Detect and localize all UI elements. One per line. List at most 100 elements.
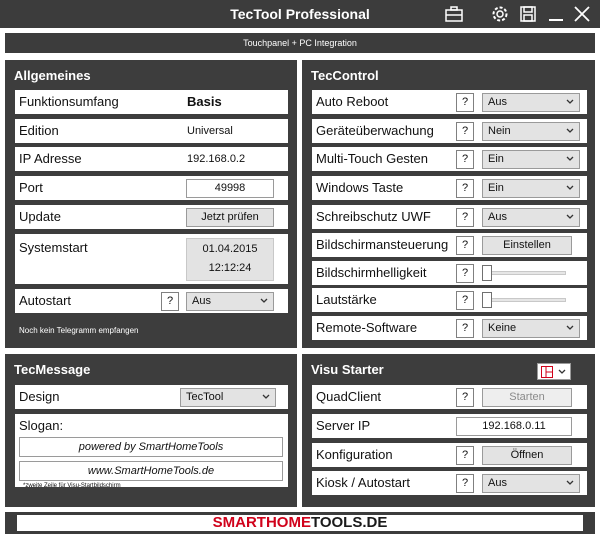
autostart-row: Autostart ? Aus <box>15 289 288 313</box>
subtitle-bar: Touchpanel + PC Integration <box>5 33 595 53</box>
helligkeit-row: Bildschirmhelligkeit ? <box>312 261 587 285</box>
multitouch-help-button[interactable]: ? <box>456 150 474 169</box>
slogan-note: *zweite Zeile für Visu-Startbildschirm <box>23 483 121 489</box>
autostart-select[interactable]: Aus <box>186 292 274 311</box>
toolbox-icon[interactable] <box>444 4 464 24</box>
kiosk-select[interactable]: Aus <box>482 474 580 493</box>
kiosk-label: Kiosk / Autostart <box>316 475 410 490</box>
remote-software-value: Keine <box>488 322 517 334</box>
schreibschutz-label: Schreibschutz UWF <box>316 209 431 224</box>
tecmessage-panel: TecMessage Design TecTool Slogan: powere… <box>5 354 297 507</box>
serverip-label: Server IP <box>316 418 371 433</box>
helligkeit-label: Bildschirmhelligkeit <box>316 265 427 280</box>
serverip-input[interactable]: 192.168.0.11 <box>456 417 572 436</box>
close-icon[interactable] <box>572 4 592 24</box>
slogan-line2-input[interactable]: www.SmartHomeTools.de <box>19 461 283 481</box>
chevron-down-icon <box>558 369 566 374</box>
starten-button[interactable]: Starten <box>482 388 572 407</box>
edition-label: Edition <box>19 123 59 138</box>
kiosk-help-button[interactable]: ? <box>456 474 474 493</box>
kiosk-value: Aus <box>488 477 507 489</box>
schreibschutz-help-button[interactable]: ? <box>456 208 474 227</box>
multitouch-label: Multi-Touch Gesten <box>316 151 428 166</box>
geraeteueberwachung-label: Geräteüberwachung <box>316 123 434 138</box>
helligkeit-slider[interactable] <box>484 271 566 275</box>
systemstart-date: 01.04.2015 <box>202 243 258 255</box>
geraeteueberwachung-select[interactable]: Nein <box>482 122 580 141</box>
jetzt-pruefen-button[interactable]: Jetzt prüfen <box>186 208 274 227</box>
design-value: TecTool <box>186 391 224 403</box>
autostart-select-value: Aus <box>192 295 211 307</box>
window-title: TecTool Professional <box>230 6 370 22</box>
kiosk-row: Kiosk / Autostart ? Aus <box>312 471 587 495</box>
helligkeit-help-button[interactable]: ? <box>456 264 474 283</box>
logo-part-smarthome: SMARTHOME <box>212 514 311 531</box>
allgemeines-title: Allgemeines <box>14 68 91 83</box>
tecmessage-title: TecMessage <box>14 362 91 377</box>
multitouch-select[interactable]: Ein <box>482 150 580 169</box>
windows-taste-row: Windows Taste ? Ein <box>312 176 587 200</box>
ip-row: IP Adresse 192.168.0.2 <box>15 147 288 171</box>
autostart-help-button[interactable]: ? <box>161 292 179 311</box>
chevron-down-icon <box>566 99 574 104</box>
lautstaerke-label: Lautstärke <box>316 292 377 307</box>
remote-software-row: Remote-Software ? Keine <box>312 316 587 340</box>
chevron-down-icon <box>566 185 574 190</box>
design-row: Design TecTool <box>15 385 288 409</box>
schreibschutz-select[interactable]: Aus <box>482 208 580 227</box>
logo-part-tools: TOOLS.DE <box>310 514 388 531</box>
bildschirmansteuerung-label: Bildschirmansteuerung <box>316 237 449 252</box>
lautstaerke-slider-thumb[interactable] <box>482 292 492 308</box>
remote-software-help-button[interactable]: ? <box>456 319 474 338</box>
windows-taste-select[interactable]: Ein <box>482 179 580 198</box>
update-label: Update <box>19 209 61 224</box>
windows-taste-help-button[interactable]: ? <box>456 179 474 198</box>
teccontrol-title: TecControl <box>311 68 379 83</box>
remote-software-select[interactable]: Keine <box>482 319 580 338</box>
windows-taste-label: Windows Taste <box>316 180 404 195</box>
lautstaerke-row: Lautstärke ? <box>312 288 587 312</box>
multitouch-value: Ein <box>488 153 504 165</box>
auto-reboot-row: Auto Reboot ? Aus <box>312 90 587 114</box>
edition-row: Edition Universal <box>15 119 288 143</box>
multitouch-row: Multi-Touch Gesten ? Ein <box>312 147 587 171</box>
layout-grid-icon <box>541 366 553 378</box>
port-label: Port <box>19 180 43 195</box>
layout-select[interactable] <box>537 363 571 380</box>
update-row: Update Jetzt prüfen <box>15 205 288 229</box>
oeffnen-button[interactable]: Öffnen <box>482 446 572 465</box>
minimize-icon[interactable] <box>546 4 566 24</box>
design-label: Design <box>19 389 60 404</box>
chevron-down-icon <box>260 298 268 303</box>
quadclient-help-button[interactable]: ? <box>456 388 474 407</box>
lautstaerke-help-button[interactable]: ? <box>456 291 474 310</box>
geraeteueberwachung-help-button[interactable]: ? <box>456 122 474 141</box>
serverip-row: Server IP 192.168.0.11 <box>312 414 587 438</box>
helligkeit-slider-thumb[interactable] <box>482 265 492 281</box>
auto-reboot-select[interactable]: Aus <box>482 93 580 112</box>
design-select[interactable]: TecTool <box>180 388 276 407</box>
konfiguration-row: Konfiguration ? Öffnen <box>312 443 587 467</box>
chevron-down-icon <box>566 214 574 219</box>
auto-reboot-value: Aus <box>488 96 507 108</box>
visustarter-title: Visu Starter <box>311 362 384 377</box>
slogan-line1-input[interactable]: powered by SmartHomeTools <box>19 437 283 457</box>
port-input[interactable]: 49998 <box>186 179 274 198</box>
chevron-down-icon <box>566 480 574 485</box>
lautstaerke-slider[interactable] <box>484 298 566 302</box>
allgemeines-panel: Allgemeines Funktionsumfang Basis Editio… <box>5 60 297 348</box>
einstellen-button[interactable]: Einstellen <box>482 236 572 255</box>
slogan-label: Slogan: <box>19 418 64 433</box>
schreibschutz-value: Aus <box>488 211 507 223</box>
save-icon[interactable] <box>518 4 538 24</box>
smarthometools-logo[interactable]: SMARTHOMETOOLS.DE <box>17 515 583 531</box>
bildschirmansteuerung-help-button[interactable]: ? <box>456 236 474 255</box>
auto-reboot-help-button[interactable]: ? <box>456 93 474 112</box>
bildschirmansteuerung-row: Bildschirmansteuerung ? Einstellen <box>312 233 587 257</box>
konfiguration-help-button[interactable]: ? <box>456 446 474 465</box>
gear-icon[interactable] <box>490 4 510 24</box>
quadclient-label: QuadClient <box>316 389 382 404</box>
slogan-row: Slogan: powered by SmartHomeTools www.Sm… <box>15 414 288 487</box>
footer-bar: SMARTHOMETOOLS.DE <box>5 512 595 534</box>
port-row: Port 49998 <box>15 176 288 200</box>
